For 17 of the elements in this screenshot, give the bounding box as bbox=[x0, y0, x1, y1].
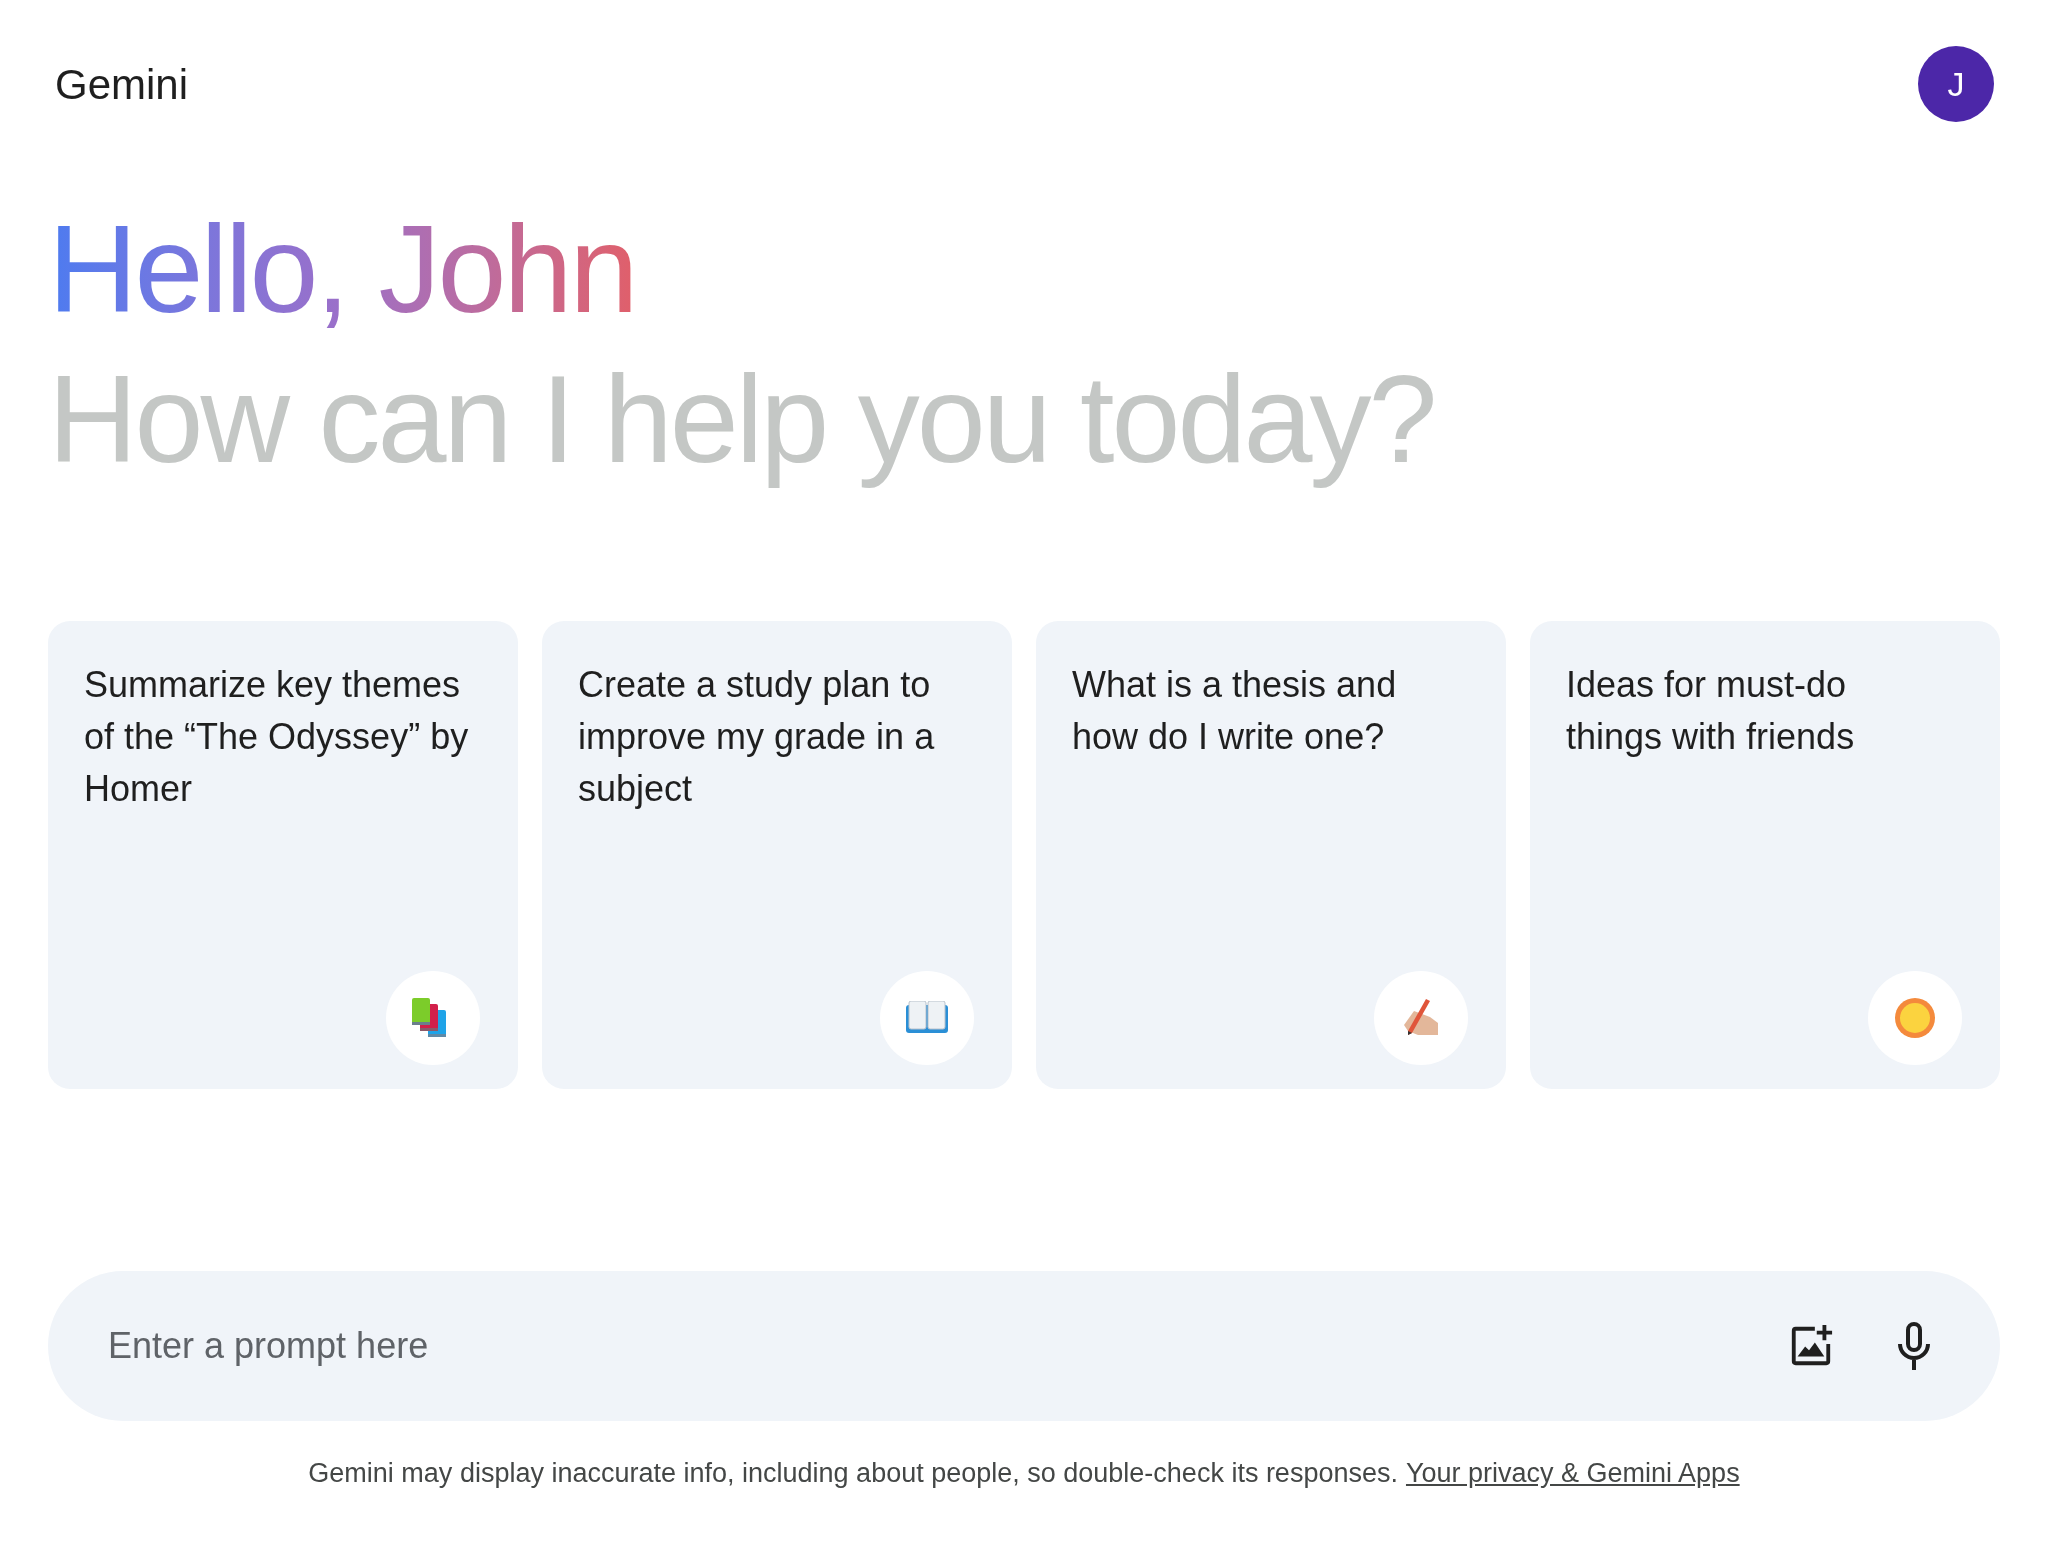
suggestion-text: Ideas for must-do things with friends bbox=[1566, 663, 1856, 759]
sun-icon bbox=[1894, 997, 1936, 1039]
suggestion-text: What is a thesis and how do I write one? bbox=[1072, 663, 1398, 759]
open-book-icon bbox=[906, 1001, 948, 1035]
help-heading: How can I help you today? bbox=[48, 349, 1435, 490]
prompt-field[interactable]: Enter a prompt here bbox=[48, 1271, 2000, 1421]
suggestion-text: Summarize key themes of the “The Odyssey” by Homer bbox=[84, 663, 470, 811]
app-title: Gemini bbox=[55, 59, 189, 110]
suggestion-text: Create a study plan to improve my grade in a subject bbox=[578, 663, 936, 811]
suggestion-card[interactable]: Create a study plan to improve my grade in a subject bbox=[542, 621, 1012, 1089]
avatar[interactable]: J bbox=[1918, 46, 1994, 122]
suggestion-card[interactable]: Summarize key themes of the “The Odyssey” by Homer bbox=[48, 621, 518, 1089]
suggestion-card[interactable]: What is a thesis and how do I write one? bbox=[1036, 621, 1506, 1089]
privacy-link[interactable]: Your privacy & Gemini Apps bbox=[1405, 1453, 1740, 1494]
prompt-input[interactable]: Enter a prompt here bbox=[108, 1319, 1728, 1373]
suggestion-card[interactable]: Ideas for must-do things with friends bbox=[1530, 621, 2000, 1089]
disclaimer-text: Gemini may display inaccurate info, including about people, so double-check its responses. bbox=[308, 1457, 1398, 1490]
